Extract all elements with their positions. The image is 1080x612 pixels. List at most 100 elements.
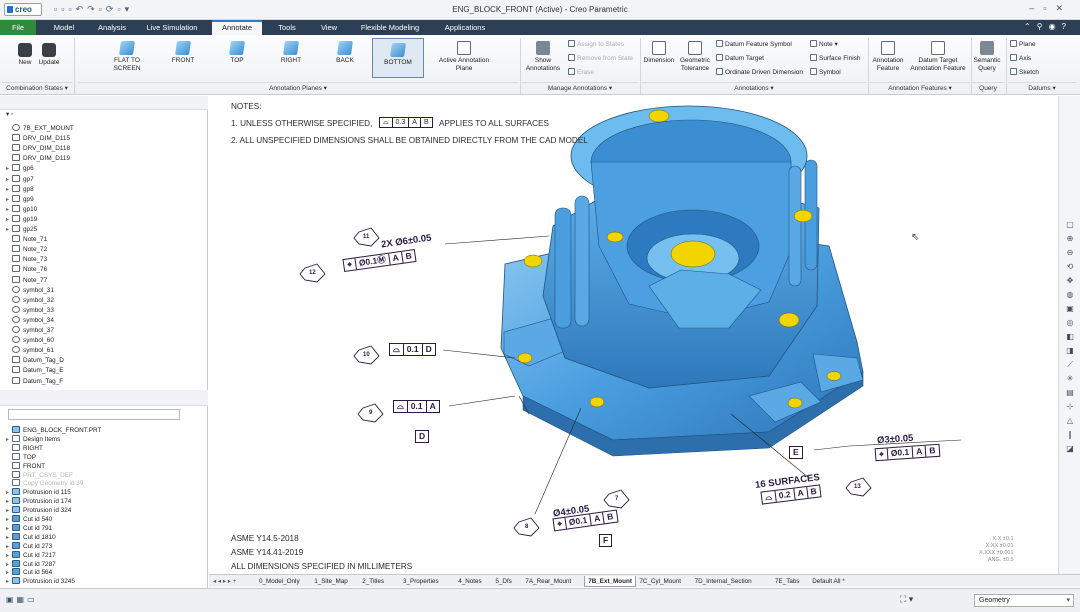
- balloon-8[interactable]: 8: [525, 524, 528, 530]
- annotation-tree-item[interactable]: Note_77: [6, 275, 47, 286]
- tree-toolbar-top[interactable]: [0, 96, 208, 110]
- annotation-tree-item[interactable]: Datum_Tag_E: [6, 366, 64, 376]
- axis-button[interactable]: Axis: [1010, 54, 1031, 63]
- balloon-11[interactable]: 11: [363, 234, 369, 240]
- selection-filter-dropdown[interactable]: Geometry ▾: [974, 594, 1074, 607]
- flat-to-screen-button[interactable]: FLAT TO SCREEN: [110, 41, 144, 73]
- datum-display-icon[interactable]: ▤: [1065, 388, 1075, 398]
- model-view[interactable]: [209, 96, 1057, 574]
- notes-title[interactable]: NOTES:: [231, 102, 261, 111]
- sheet-tab[interactable]: 7E_Tabs: [775, 576, 800, 587]
- spin-center-icon[interactable]: ◍: [1065, 290, 1075, 300]
- zoom-in-icon[interactable]: ⊕: [1065, 234, 1075, 244]
- saved-views-icon[interactable]: ▣: [1065, 304, 1075, 314]
- annotations-group[interactable]: Annotations ▾: [642, 82, 866, 93]
- ordinate-driven-dimension-button[interactable]: Ordinate Driven Dimension: [716, 68, 803, 77]
- sheet-tab[interactable]: Default All *: [812, 576, 845, 587]
- active-annotation-plane-button[interactable]: Active Annotation Plane: [436, 41, 492, 73]
- section-icon[interactable]: ⟋: [1065, 360, 1075, 370]
- tree-settings-icon[interactable]: ▾ ▫: [6, 110, 13, 120]
- annotation-tree-item[interactable]: ▸ gp7: [6, 174, 34, 185]
- update-combination-button[interactable]: Update: [36, 43, 62, 67]
- zoom-out-icon[interactable]: ⊖: [1065, 248, 1075, 258]
- datums-group[interactable]: Datums ▾: [1008, 82, 1076, 93]
- appearance-icon[interactable]: ◪: [1065, 444, 1075, 454]
- balloon-12[interactable]: 12: [309, 270, 316, 276]
- pan-icon[interactable]: ✥: [1065, 276, 1075, 286]
- annotation-tree-item[interactable]: 7B_EXT_MOUNT: [6, 124, 74, 134]
- annotation-features-group[interactable]: Annotation Features ▾: [870, 82, 970, 93]
- annotation-feature-button[interactable]: Annotation Feature: [870, 41, 906, 73]
- erase-button[interactable]: Erase: [568, 68, 594, 77]
- graphics-window[interactable]: 11 12 10 9 7 13 8 NOTES: 1. UNLESS OTHER…: [209, 96, 1057, 574]
- note-1-profile-tolerance[interactable]: ⌓ 0.3 A B: [379, 117, 433, 128]
- profile-tolerance-fcf-10[interactable]: ⌓ 0.1 D: [389, 343, 436, 356]
- sheet-tab[interactable]: 7B_Ext_Mount: [584, 576, 636, 587]
- annotation-tree-item[interactable]: symbol_60: [6, 336, 54, 346]
- csys-display-icon[interactable]: ⊹: [1065, 402, 1075, 412]
- datum-target-annotation-feature-button[interactable]: Datum Target Annotation Feature: [908, 41, 968, 73]
- annotation-tree-item[interactable]: symbol_33: [6, 305, 54, 316]
- note-button[interactable]: Note ▾: [810, 40, 838, 49]
- annotation-tree-item[interactable]: symbol_34: [6, 315, 54, 326]
- tree-filter-input[interactable]: [8, 409, 180, 420]
- tab-scroll-arrows[interactable]: ◂ ◂ ▸ ▸ +: [213, 576, 236, 587]
- combination-states-group[interactable]: Combination States ▾: [2, 82, 72, 93]
- front-plane-button[interactable]: FRONT: [166, 41, 200, 65]
- assign-to-states-button[interactable]: Assign to States: [568, 40, 624, 49]
- datum-target-button[interactable]: Datum Target: [716, 54, 764, 63]
- annotation-tree-item[interactable]: symbol_61: [6, 346, 54, 356]
- dimension-button[interactable]: Dimension: [642, 41, 676, 65]
- annotation-tree-item[interactable]: ▸ gp6: [6, 164, 34, 174]
- annotation-tree-item[interactable]: symbol_37: [6, 326, 54, 336]
- annotation-tree-item[interactable]: symbol_31: [6, 285, 54, 296]
- tab-file[interactable]: File: [0, 20, 36, 35]
- annotation-tree-item[interactable]: Datum_Tag_F: [6, 376, 63, 387]
- sheet-tab[interactable]: 1_Site_Map: [314, 576, 348, 587]
- annotation-tree-item[interactable]: Datum_Tag_D: [6, 356, 64, 366]
- geometric-tolerance-button[interactable]: Geometric Tolerance: [678, 41, 712, 73]
- profile-tolerance-fcf-9[interactable]: ⌓ 0.1 A: [393, 400, 440, 413]
- annotation-tree-item[interactable]: ▸ gp9: [6, 194, 34, 205]
- note-1-suffix[interactable]: APPLIES TO ALL SURFACES: [439, 119, 549, 128]
- view-manager-icon[interactable]: ◎: [1065, 318, 1075, 328]
- bottom-plane-button[interactable]: BOTTOM: [372, 38, 424, 78]
- surface-finish-button[interactable]: Surface Finish: [810, 54, 861, 63]
- engine-block-part[interactable]: [500, 105, 864, 457]
- plane-button[interactable]: Plane: [1010, 40, 1036, 49]
- annotation-tree-item[interactable]: symbol_32: [6, 295, 54, 306]
- annotation-tree-item[interactable]: DRV_DIM_D119: [6, 154, 70, 164]
- feature-tree-item[interactable]: ▸ Protrusion id 3245: [6, 577, 75, 587]
- datum-feature-symbol-button[interactable]: Datum Feature Symbol: [716, 40, 792, 49]
- show-annotations-button[interactable]: Show Annotations: [524, 41, 562, 73]
- tab-applications[interactable]: Applications: [434, 20, 496, 35]
- axis-display-icon[interactable]: △: [1065, 416, 1075, 426]
- annotation-tree-item[interactable]: Note_76: [6, 265, 47, 275]
- datum-feature-f[interactable]: F: [599, 534, 613, 547]
- smart-select-icon[interactable]: ⛶ ▾: [900, 594, 913, 605]
- datum-feature-d[interactable]: D: [415, 430, 430, 443]
- top-plane-button[interactable]: TOP: [220, 41, 254, 65]
- balloon-13[interactable]: 13: [854, 484, 861, 490]
- standard-asme-y14-41[interactable]: ASME Y14.41-2019: [231, 548, 303, 557]
- annotation-tree-item[interactable]: ▸ gp8: [6, 184, 34, 195]
- annotation-tree-item[interactable]: Note_72: [6, 245, 47, 255]
- note-2[interactable]: 2. ALL UNSPECIFIED DIMENSIONS SHALL BE O…: [231, 136, 588, 145]
- sketch-button[interactable]: Sketch: [1010, 68, 1039, 77]
- balloon-10[interactable]: 10: [363, 352, 370, 358]
- annotation-display-icon[interactable]: ✳: [1065, 374, 1075, 384]
- sheet-tab[interactable]: 4_Notes: [458, 576, 481, 587]
- tab-live-simulation[interactable]: Live Simulation: [140, 20, 204, 35]
- annotation-tree-item[interactable]: Note_71: [6, 235, 47, 245]
- tab-model[interactable]: Model: [44, 20, 84, 35]
- annotation-tree-item[interactable]: ▸ gp25: [6, 225, 37, 235]
- balloon-7[interactable]: 7: [615, 496, 618, 502]
- status-icons[interactable]: ▣▦▭: [6, 595, 46, 607]
- sheet-tab[interactable]: 5_Dfs: [495, 576, 511, 587]
- help-controls[interactable]: ⌃⚲◉?: [1024, 22, 1072, 31]
- tab-flexible-modeling[interactable]: Flexible Modeling: [354, 20, 426, 35]
- tree-toolbar-bottom[interactable]: [0, 390, 208, 406]
- new-combination-button[interactable]: New: [14, 43, 36, 67]
- annotation-tree-item[interactable]: Note_73: [6, 255, 47, 265]
- units-note[interactable]: ALL DIMENSIONS SPECIFIED IN MILLIMETERS: [231, 562, 412, 571]
